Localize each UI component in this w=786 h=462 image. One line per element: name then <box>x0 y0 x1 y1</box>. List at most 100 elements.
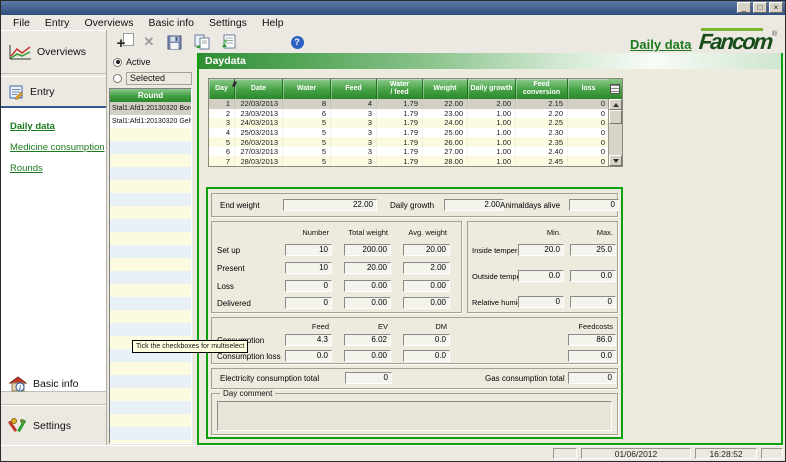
field[interactable]: 25.0 <box>570 244 616 256</box>
table-row[interactable]: 223/03/2013631.7923.001.002.200 <box>209 109 610 119</box>
add-button[interactable]: + <box>113 32 137 52</box>
copy-icon <box>194 34 211 50</box>
column-header-feed-conversion[interactable]: Feed conversion <box>516 79 568 99</box>
field[interactable]: 0.0 <box>570 270 616 282</box>
round-list-header[interactable]: Round <box>110 89 191 102</box>
sidebar-item-label: Settings <box>33 420 71 432</box>
field[interactable]: 0.0 <box>403 334 450 346</box>
round-list: Round Stal1:Afd1:20130320 BorgenStal1:Af… <box>109 88 192 444</box>
status-time: 16:28:52 <box>695 448 757 459</box>
field[interactable]: 6.02 <box>344 334 391 346</box>
sidebar-link-medicine-consumption[interactable]: Medicine consumption <box>1 137 106 158</box>
field[interactable]: 0 <box>570 296 616 308</box>
scroll-up-button[interactable] <box>609 99 622 110</box>
round-empty-row <box>110 440 191 444</box>
electricity-field[interactable]: 0 <box>345 372 392 384</box>
fancom-logo: Fancom® <box>699 28 777 54</box>
field[interactable]: 0.00 <box>403 297 450 309</box>
refresh-list-button[interactable] <box>217 32 241 52</box>
app-window: _ □ × FileEntryOverviewsBasic infoSettin… <box>0 0 786 462</box>
field[interactable]: 0.0 <box>568 350 616 362</box>
end-weight-field[interactable]: 22.00 <box>283 199 377 211</box>
sidebar-item-entry[interactable]: Entry <box>1 76 106 106</box>
table-scrollbar[interactable] <box>608 99 622 166</box>
table-row[interactable]: 425/03/2013531.7925.001.002.300 <box>209 128 610 138</box>
column-header-weight[interactable]: Weight <box>423 79 468 99</box>
field[interactable]: 0.00 <box>344 280 391 292</box>
column-header-feed[interactable]: Feed <box>331 79 377 99</box>
animaldays-alive-field[interactable]: 0 <box>569 199 619 211</box>
tooltip: Tick the checkboxes for multiselect <box>132 340 248 353</box>
column-header-water[interactable]: Water <box>283 79 331 99</box>
minimize-button[interactable]: _ <box>737 2 751 13</box>
filter-button[interactable] <box>608 79 622 99</box>
field[interactable]: 10 <box>285 244 332 256</box>
sidebar-item-settings[interactable]: Settings <box>1 405 106 447</box>
field[interactable]: 10 <box>285 262 332 274</box>
gas-field[interactable]: 0 <box>568 372 616 384</box>
round-empty-row <box>110 167 191 180</box>
table-row[interactable]: 526/03/2013531.7926.001.002.350 <box>209 137 610 147</box>
round-list-item[interactable]: Stal1:Afd1:20130320 Borgen <box>110 102 191 115</box>
refresh-list-icon <box>221 34 237 50</box>
table-row[interactable]: 324/03/2013531.7924.001.002.250 <box>209 118 610 128</box>
sidebar-item-basic-info[interactable]: i Basic info <box>1 363 106 405</box>
end-weight-label: End weight <box>220 201 260 210</box>
day-comment-textarea[interactable] <box>217 401 612 431</box>
entry-nav-panel: Daily dataMedicine consumptionRounds <box>1 106 106 392</box>
column-header-date[interactable]: Date <box>235 79 283 99</box>
round-empty-row <box>110 323 191 336</box>
field[interactable]: 20.0 <box>518 244 564 256</box>
sidebar-link-rounds[interactable]: Rounds <box>1 158 106 179</box>
help-button[interactable]: ? <box>285 32 309 52</box>
menu-item-entry[interactable]: Entry <box>39 17 79 29</box>
house-info-icon: i <box>8 375 28 393</box>
field[interactable]: 200.00 <box>344 244 391 256</box>
column-header-day[interactable]: Day <box>209 79 235 99</box>
round-empty-row <box>110 245 191 258</box>
menu-item-overviews[interactable]: Overviews <box>78 17 142 29</box>
radio-selected[interactable]: Selected <box>113 72 192 85</box>
table-row[interactable]: 627/03/2013531.7927.001.002.400 <box>209 147 610 157</box>
field[interactable]: 0 <box>518 296 564 308</box>
column-header-water-feed[interactable]: Water / feed <box>377 79 423 99</box>
column-header-loss[interactable]: loss <box>568 79 610 99</box>
daydata-table: DayDateWaterFeedWater / feedWeightDaily … <box>208 78 623 167</box>
column-header-daily-growth[interactable]: Daily growth <box>468 79 516 99</box>
sidebar-link-daily-data[interactable]: Daily data <box>1 116 106 137</box>
menu-item-settings[interactable]: Settings <box>203 17 256 29</box>
field[interactable]: 0.0 <box>285 350 332 362</box>
field[interactable]: 0.0 <box>403 350 450 362</box>
menu-item-help[interactable]: Help <box>256 17 293 29</box>
scroll-thumb[interactable] <box>609 110 622 124</box>
table-row[interactable]: 728/03/2013531.7928.001.002.450 <box>209 156 610 166</box>
day-comment-groupbox: Day comment <box>211 393 618 435</box>
sidebar: Overviews Entry Daily dataMedicine consu… <box>1 30 107 446</box>
field[interactable]: 4.3 <box>285 334 332 346</box>
close-button[interactable]: × <box>769 2 783 13</box>
sidebar-item-label: Overviews <box>37 46 86 58</box>
field[interactable]: 0 <box>285 297 332 309</box>
menu-item-file[interactable]: File <box>7 17 39 29</box>
field[interactable]: 2.00 <box>403 262 450 274</box>
field[interactable]: 0.00 <box>403 280 450 292</box>
field[interactable]: 0 <box>285 280 332 292</box>
round-list-item[interactable]: Stal1:Afd1:20130320 Gelten <box>110 115 191 128</box>
status-cell-empty <box>761 448 783 459</box>
field[interactable]: 20.00 <box>344 262 391 274</box>
maximize-button[interactable]: □ <box>753 2 767 13</box>
field[interactable]: 0.0 <box>518 270 564 282</box>
menu-item-basic-info[interactable]: Basic info <box>142 17 203 29</box>
field[interactable]: 0.00 <box>344 297 391 309</box>
scroll-down-button[interactable] <box>609 155 622 166</box>
delete-button[interactable]: ✕ <box>137 32 161 52</box>
field[interactable]: 20.00 <box>403 244 450 256</box>
save-button[interactable] <box>162 32 186 52</box>
sidebar-item-overviews[interactable]: Overviews <box>1 30 106 74</box>
radio-active[interactable]: Active <box>113 57 151 67</box>
field[interactable]: 0.00 <box>344 350 391 362</box>
daily-growth-field[interactable]: 2.00 <box>444 199 504 211</box>
table-row[interactable]: 122/03/2013841.7922.002.002.150 <box>209 99 610 109</box>
field[interactable]: 86.0 <box>568 334 616 346</box>
copy-button[interactable] <box>190 32 214 52</box>
